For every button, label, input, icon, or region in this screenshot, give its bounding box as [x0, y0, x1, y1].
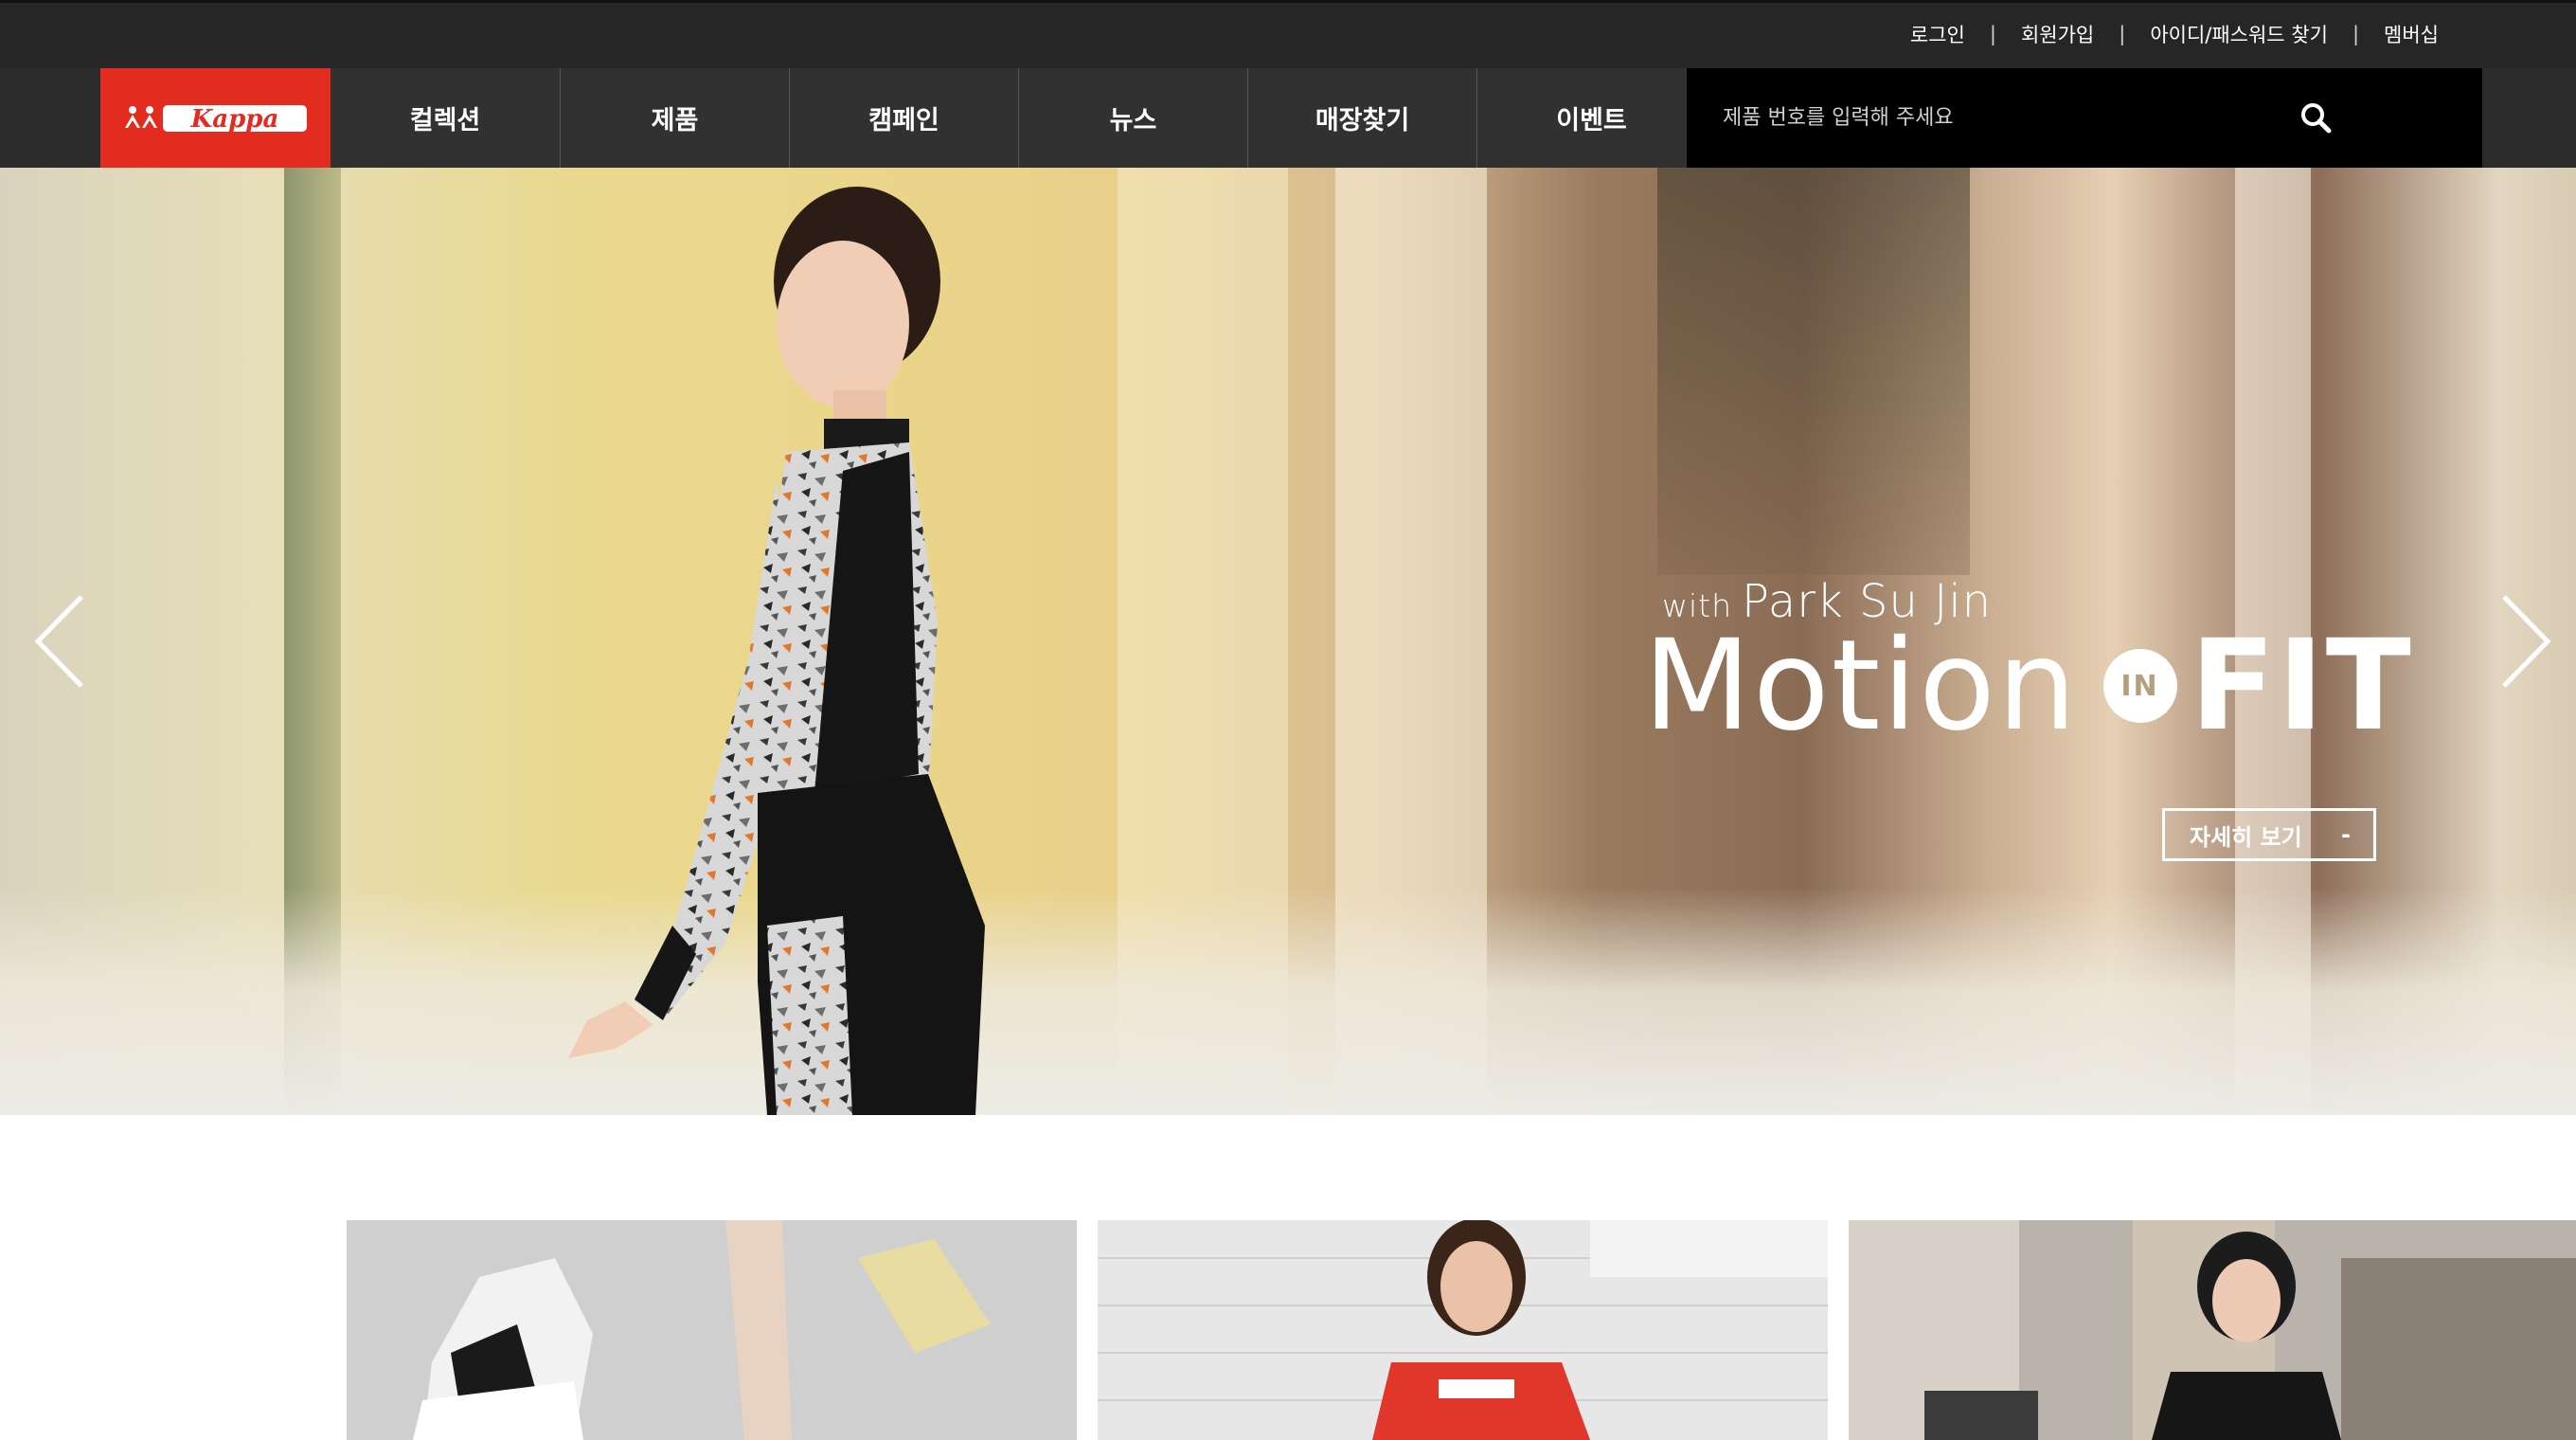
membership-link[interactable]: 멤버십 — [2384, 20, 2439, 48]
search-input[interactable] — [1723, 97, 2348, 138]
utility-separator: | — [2119, 23, 2126, 45]
view-details-button[interactable]: 자세히 보기 - — [2162, 808, 2376, 861]
street-model-photo — [1849, 1220, 2576, 1440]
thumbnail-sneaker[interactable] — [347, 1220, 1077, 1440]
search-button[interactable] — [2293, 95, 2338, 140]
chevron-right-icon[interactable] — [2491, 589, 2557, 693]
chevron-left-icon[interactable] — [28, 589, 95, 693]
nav-events[interactable]: 이벤트 — [1476, 68, 1706, 168]
kappa-logo-icon: Kappa — [124, 104, 307, 134]
utility-bar: 로그인 | 회원가입 | 아이디/패스워드 찾기 | 멤버십 — [0, 0, 2576, 68]
thumbnail-street-model[interactable] — [1849, 1220, 2576, 1440]
model-photo — [568, 187, 985, 1115]
hero-banner: with Park Su Jin Motion IN FIT 자세히 보기 - — [0, 168, 2576, 1115]
headline-in-badge: IN — [2102, 649, 2177, 723]
signup-link[interactable]: 회원가입 — [2021, 20, 2094, 48]
nav-products[interactable]: 제품 — [560, 68, 789, 168]
hero-headline: Motion IN FIT — [1643, 613, 2413, 759]
nav-store-locator[interactable]: 매장찾기 — [1247, 68, 1476, 168]
model-red-top-photo — [1098, 1220, 1828, 1440]
headline-fit: FIT — [2190, 613, 2413, 759]
thumbnail-row — [347, 1220, 2576, 1440]
nav-collection[interactable]: 컬렉션 — [331, 68, 560, 168]
sneaker-photo — [347, 1220, 1077, 1440]
headline-motion: Motion — [1643, 613, 2079, 759]
search-icon — [2301, 103, 2332, 134]
nav-campaign[interactable]: 캠페인 — [789, 68, 1018, 168]
background-window — [1657, 168, 1970, 575]
background-blur-floor — [0, 888, 2576, 1115]
nav-news[interactable]: 뉴스 — [1018, 68, 1247, 168]
logo-text: Kappa — [189, 105, 278, 134]
kappa-logo[interactable]: Kappa — [100, 68, 331, 168]
find-id-password-link[interactable]: 아이디/패스워드 찾기 — [2150, 20, 2328, 48]
utility-separator: | — [1989, 23, 1996, 45]
utility-separator: | — [2352, 23, 2360, 45]
search-box — [1687, 68, 2482, 168]
main-navigation: Kappa 컬렉션 제품 캠페인 뉴스 매장찾기 이벤트 — [0, 68, 2576, 168]
view-details-dash: - — [2341, 821, 2351, 848]
login-link[interactable]: 로그인 — [1910, 20, 1965, 48]
view-details-label: 자세히 보기 — [2190, 823, 2302, 851]
utility-links: 로그인 | 회원가입 | 아이디/패스워드 찾기 | 멤버십 — [1910, 20, 2439, 48]
main-menu: 컬렉션 제품 캠페인 뉴스 매장찾기 이벤트 — [331, 68, 1706, 168]
thumbnail-model-red[interactable] — [1098, 1220, 1828, 1440]
